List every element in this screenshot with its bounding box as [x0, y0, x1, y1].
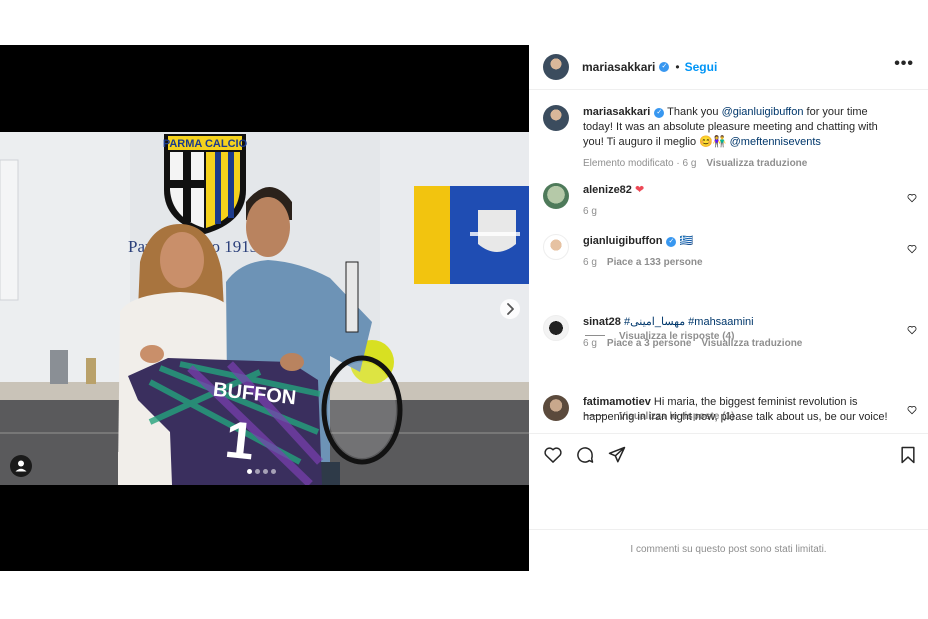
comment-username[interactable]: alenize82 — [583, 184, 632, 196]
comment-body: alenize82 ❤ 6 g — [583, 183, 893, 219]
bookmark-icon[interactable] — [898, 445, 918, 465]
next-image-button[interactable] — [500, 299, 520, 319]
comment-meta: 6 g Piace a 133 persone — [583, 255, 893, 270]
comment-username[interactable]: fatimamotiev — [583, 396, 651, 408]
share-icon[interactable] — [607, 445, 627, 465]
comment-time: 6 g — [583, 206, 597, 217]
carousel-dot-2 — [255, 469, 260, 474]
caption-translate-link[interactable]: Visualizza traduzione — [706, 158, 807, 169]
comment-translate-link[interactable]: Visualizza traduzione — [701, 338, 802, 349]
comment-likes[interactable]: Piace a 133 persone — [607, 257, 703, 268]
author-username[interactable]: mariasakkari — [582, 60, 655, 74]
caption-username[interactable]: mariasakkari — [583, 106, 650, 118]
comment-text: ❤ — [634, 184, 645, 196]
carousel-dot-1 — [247, 469, 252, 474]
comment-like-icon[interactable] — [907, 193, 917, 203]
comment-like-icon[interactable] — [907, 244, 917, 254]
caption-text-1: Thank you — [667, 106, 722, 118]
post-header: mariasakkari ✓ • Segui ••• — [529, 45, 928, 90]
comment-body: gianluigibuffon ✓ 🇬🇷 6 g Piace a 133 perso… — [583, 234, 893, 270]
mention-meftennisevents[interactable]: @meftennisevents — [730, 136, 821, 148]
separator-dot: • — [675, 60, 680, 74]
comment-username[interactable]: sinat28 — [583, 316, 621, 328]
carousel-dot-4 — [271, 469, 276, 474]
comment-time: 6 g — [583, 338, 597, 349]
comments-list[interactable]: mariasakkari ✓ Thank you @gianluigibuffon… — [529, 91, 928, 432]
verified-icon: ✓ — [654, 108, 665, 118]
follow-button[interactable]: Segui — [685, 60, 718, 74]
comment-meta: 6 g Piace a 3 persone Visualizza traduzion… — [583, 336, 893, 351]
comment-text: 🇬🇷 — [679, 235, 694, 247]
caption-edited: Elemento modificato · 6 g — [583, 158, 697, 169]
post-sidebar: mariasakkari ✓ • Segui ••• mariasakkari ✓… — [529, 45, 928, 571]
author-avatar[interactable] — [543, 54, 569, 80]
post-modal: PARMA CALCIO Parma Calcio 1913 — [0, 45, 928, 571]
more-options-icon[interactable]: ••• — [894, 56, 914, 72]
carousel-dot-3 — [263, 469, 268, 474]
heart-icon[interactable] — [543, 445, 563, 465]
comment-likes[interactable]: Piace a 3 persone — [607, 338, 692, 349]
comment-hashtags[interactable]: #مهسا_امینی #mahsaamini — [624, 316, 754, 328]
jersey-number: 1 — [222, 411, 257, 472]
carousel-indicator — [247, 469, 276, 474]
comment-avatar[interactable] — [543, 183, 569, 209]
comment-username[interactable]: gianluigibuffon — [583, 235, 662, 247]
comment-like-icon[interactable] — [907, 405, 917, 415]
comment-body: fatimamotiev Hi maria, the biggest femin… — [583, 395, 893, 425]
chevron-right-icon — [507, 303, 514, 315]
verified-icon: ✓ — [659, 62, 670, 72]
caption-emoji: 😊👫 — [699, 136, 727, 148]
comments-limited-notice: I commenti su questo post sono stati lim… — [529, 529, 928, 571]
comment-time: 6 g — [583, 257, 597, 268]
comment-icon[interactable] — [575, 445, 595, 465]
mention-buffon[interactable]: @gianluigibuffon — [722, 106, 804, 118]
user-tag-icon — [15, 460, 27, 472]
comment-avatar[interactable] — [543, 315, 569, 341]
user-tags-button[interactable] — [10, 455, 32, 477]
crest-text: PARMA CALCIO — [163, 138, 248, 150]
comment-meta: 6 g — [583, 204, 893, 219]
comment-like-icon[interactable] — [907, 325, 917, 335]
post-actions-bar — [529, 433, 928, 469]
caption-meta: Elemento modificato · 6 g Visualizza trad… — [583, 156, 893, 171]
comment-avatar[interactable] — [543, 395, 569, 421]
comment-body: sinat28 #مهسا_امینی #mahsaamini 6 g Piace… — [583, 315, 893, 351]
caption-avatar[interactable] — [543, 105, 569, 131]
post-media: PARMA CALCIO Parma Calcio 1913 — [0, 45, 529, 571]
post-photo[interactable]: PARMA CALCIO Parma Calcio 1913 — [0, 132, 529, 485]
caption-body: mariasakkari ✓ Thank you @gianluigibuffon… — [583, 105, 893, 171]
photo-illustration: PARMA CALCIO Parma Calcio 1913 — [0, 132, 529, 485]
verified-icon: ✓ — [666, 237, 677, 247]
comment-avatar[interactable] — [543, 234, 569, 260]
